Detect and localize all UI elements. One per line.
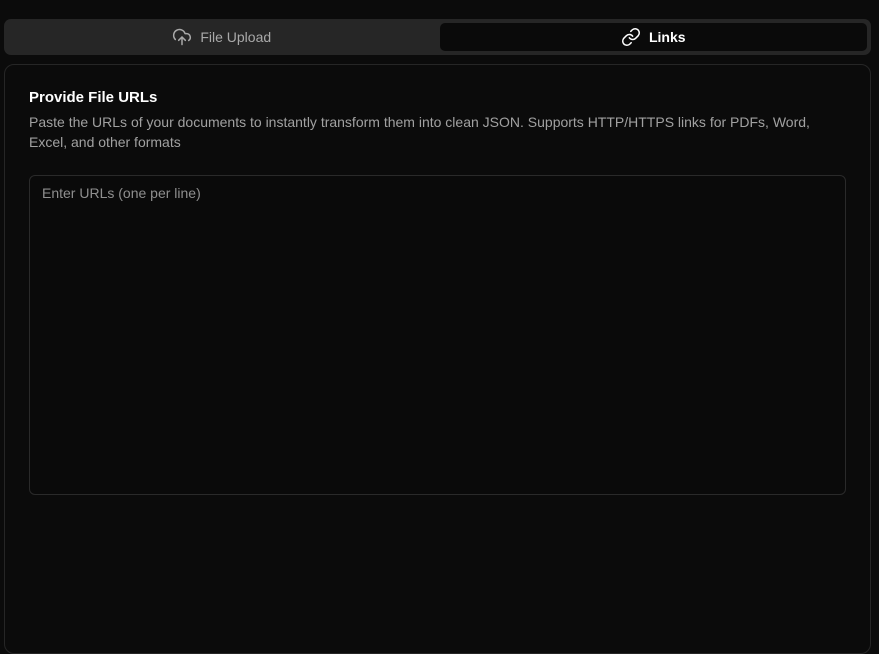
- panel-description: Paste the URLs of your documents to inst…: [29, 114, 810, 150]
- link-icon: [621, 27, 641, 47]
- cloud-upload-icon: [172, 27, 192, 47]
- links-panel: Provide File URLs Paste the URLs of your…: [4, 64, 871, 654]
- tab-links-label: Links: [648, 29, 686, 45]
- source-tabs: File Upload Links: [4, 19, 871, 55]
- panel-title: Provide File URLs: [29, 89, 158, 106]
- urls-input[interactable]: [29, 175, 846, 495]
- tab-file-upload-label: File Upload: [200, 29, 272, 45]
- tab-file-upload[interactable]: File Upload: [8, 23, 436, 51]
- tab-links[interactable]: Links: [439, 23, 867, 51]
